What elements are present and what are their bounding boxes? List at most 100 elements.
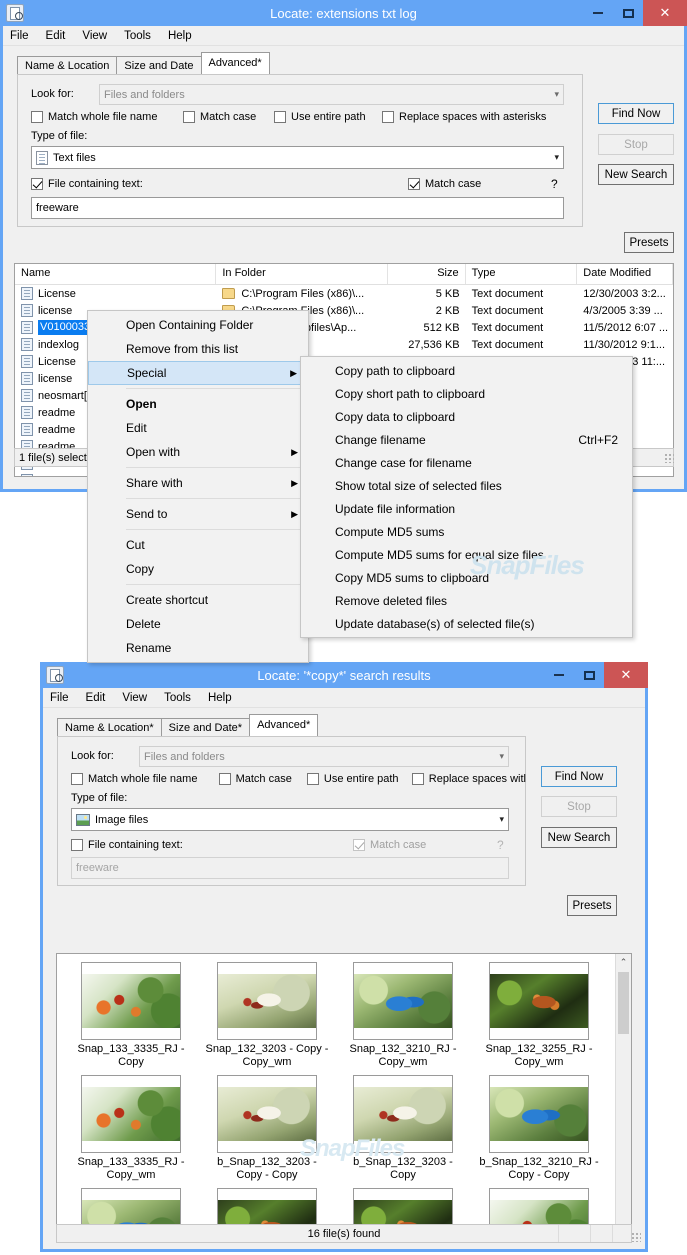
- tab-advanced[interactable]: Advanced*: [249, 714, 319, 736]
- table-row[interactable]: License C:\Program Files (x86)\... 5 KB Tex…: [15, 285, 673, 302]
- checkbox-file-containing-text[interactable]: File containing text:: [31, 178, 143, 190]
- checkbox-file-containing-text[interactable]: File containing text:: [71, 839, 183, 851]
- context-menu-item[interactable]: Open: [88, 392, 308, 416]
- window2-resize-grip[interactable]: [631, 1232, 641, 1242]
- menu-help[interactable]: Help: [208, 692, 232, 704]
- minimize-button[interactable]: [583, 0, 613, 26]
- submenu-item[interactable]: Update database(s) of selected file(s): [301, 612, 632, 635]
- checkbox-match-whole-file-name[interactable]: Match whole file name: [71, 773, 219, 785]
- thumbnail-item[interactable]: b_Snap_132_3210_RJ - Copy - Copy: [471, 1075, 607, 1182]
- submenu-item[interactable]: Compute MD5 sums for equal size files: [301, 543, 632, 566]
- checkbox-match-case[interactable]: Match case: [183, 111, 274, 123]
- submenu-item[interactable]: Copy data to clipboard: [301, 405, 632, 428]
- tab-size-and-date[interactable]: Size and Date: [116, 56, 202, 75]
- menu-edit[interactable]: Edit: [86, 692, 106, 704]
- submenu-item[interactable]: Copy MD5 sums to clipboard: [301, 566, 632, 589]
- submenu-item[interactable]: Update file information: [301, 497, 632, 520]
- context-menu-item[interactable]: Edit: [88, 416, 308, 440]
- context-menu-item[interactable]: Create shortcut: [88, 588, 308, 612]
- submenu-item[interactable]: Remove deleted files: [301, 589, 632, 612]
- minimize-button[interactable]: [544, 662, 574, 688]
- tab-name-and-location[interactable]: Name & Location: [17, 56, 118, 75]
- submenu-item[interactable]: Copy path to clipboard: [301, 359, 632, 382]
- context-menu-item[interactable]: Remove from this list: [88, 337, 308, 361]
- thumbnail-item[interactable]: Snap_132_3203 - Copy - Copy_wm: [199, 962, 335, 1069]
- special-submenu[interactable]: Copy path to clipboard Copy short path to…: [300, 356, 633, 638]
- column-header-name[interactable]: Name: [15, 264, 217, 284]
- checkbox-use-entire-path[interactable]: Use entire path: [306, 773, 412, 785]
- context-menu-item[interactable]: Send to ▶: [88, 502, 308, 526]
- column-header-size[interactable]: Size: [388, 264, 466, 284]
- submenu-item[interactable]: Change case for filename: [301, 451, 632, 474]
- menu-file[interactable]: File: [50, 692, 69, 704]
- context-menu-item[interactable]: Copy: [88, 557, 308, 581]
- context-menu-item[interactable]: Open with ▶: [88, 440, 308, 464]
- thumbnail-scrollbar[interactable]: ⌃ ⌄: [615, 954, 631, 1241]
- maximize-button[interactable]: [574, 662, 604, 688]
- context-menu-item[interactable]: Open Containing Folder: [88, 313, 308, 337]
- scroll-up-button[interactable]: ⌃: [616, 954, 631, 970]
- presets-button[interactable]: Presets: [624, 232, 674, 253]
- menu-view[interactable]: View: [82, 30, 107, 42]
- checkbox-match-case[interactable]: Match case: [218, 773, 307, 785]
- tab-advanced[interactable]: Advanced*: [200, 52, 270, 74]
- submenu-item[interactable]: Compute MD5 sums: [301, 520, 632, 543]
- window1-titlebar[interactable]: Locate: extensions txt log ✕: [0, 0, 687, 26]
- help-question-icon[interactable]: ?: [551, 177, 558, 191]
- checkbox-match-whole-file-name[interactable]: Match whole file name: [31, 111, 183, 123]
- window2-tabstrip: Name & Location* Size and Date* Advanced…: [57, 714, 645, 737]
- window1-resize-grip[interactable]: [664, 453, 674, 463]
- context-menu-item[interactable]: Rename: [88, 636, 308, 660]
- file-context-menu[interactable]: Open Containing Folder Remove from this l…: [87, 310, 309, 663]
- context-menu-item[interactable]: Cut: [88, 533, 308, 557]
- submenu-item[interactable]: Change filename Ctrl+F2: [301, 428, 632, 451]
- column-header-type[interactable]: Type: [466, 264, 578, 284]
- menu-tools[interactable]: Tools: [164, 692, 191, 704]
- checkbox-text-match-case[interactable]: Match case: [408, 178, 481, 190]
- menu-tools[interactable]: Tools: [124, 30, 151, 42]
- type-of-file-combo[interactable]: Text files ▾: [31, 146, 564, 169]
- type-of-file-combo[interactable]: Image files ▾: [71, 808, 509, 831]
- close-button[interactable]: ✕: [604, 662, 648, 688]
- thumbnail-label: Snap_132_3203 - Copy - Copy_wm: [205, 1043, 329, 1068]
- look-for-combo[interactable]: Files and folders ▾: [99, 84, 564, 105]
- thumbnail-item[interactable]: Snap_133_3335_RJ - Copy_wm: [63, 1075, 199, 1182]
- tab-size-and-date[interactable]: Size and Date*: [160, 718, 251, 737]
- tab-name-and-location[interactable]: Name & Location*: [57, 718, 162, 737]
- new-search-button[interactable]: New Search: [598, 164, 674, 185]
- thumbnail-item[interactable]: Snap_132_3210_RJ - Copy_wm: [335, 962, 471, 1069]
- thumbnail-item[interactable]: Snap_133_3335_RJ - Copy: [63, 962, 199, 1069]
- menu-help[interactable]: Help: [168, 30, 192, 42]
- search-text-input[interactable]: freeware: [31, 197, 564, 219]
- find-now-button[interactable]: Find Now: [541, 766, 617, 787]
- checkbox-replace-spaces-with-asterisks[interactable]: Replace spaces with asterisks: [382, 111, 546, 123]
- menu-view[interactable]: View: [122, 692, 147, 704]
- submenu-item[interactable]: Show total size of selected files: [301, 474, 632, 497]
- file-name: indexlog: [38, 338, 79, 351]
- submenu-item[interactable]: Copy short path to clipboard: [301, 382, 632, 405]
- close-button[interactable]: ✕: [643, 0, 687, 26]
- checkbox-use-entire-path[interactable]: Use entire path: [274, 111, 382, 123]
- menu-file[interactable]: File: [10, 30, 29, 42]
- column-header-date[interactable]: Date Modified: [577, 264, 673, 284]
- window1-menubar: File Edit View Tools Help: [3, 26, 684, 46]
- thumbnail-item[interactable]: Snap_132_3255_RJ - Copy_wm: [471, 962, 607, 1069]
- look-for-combo[interactable]: Files and folders ▾: [139, 746, 509, 767]
- column-header-in-folder[interactable]: In Folder: [216, 264, 388, 284]
- thumbnail-item[interactable]: b_Snap_132_3203 - Copy - Copy: [199, 1075, 335, 1182]
- thumbnail-item[interactable]: b_Snap_132_3203 - Copy: [335, 1075, 471, 1182]
- help-question-icon[interactable]: ?: [497, 838, 504, 852]
- checkbox-replace-spaces-with-asterisks[interactable]: Replace spaces witl: [411, 773, 526, 785]
- context-menu-item[interactable]: Delete: [88, 612, 308, 636]
- window2-titlebar[interactable]: Locate: '*copy*' search results ✕: [40, 662, 648, 688]
- new-search-button[interactable]: New Search: [541, 827, 617, 848]
- scrollbar-thumb[interactable]: [618, 972, 629, 1034]
- maximize-button[interactable]: [613, 0, 643, 26]
- find-now-button[interactable]: Find Now: [598, 103, 674, 124]
- context-menu-item[interactable]: Special ▶: [88, 361, 308, 385]
- presets-button[interactable]: Presets: [567, 895, 617, 916]
- window2-option-checkboxes: Match whole file name Match case Use ent…: [71, 773, 526, 785]
- thumbnail-results-pane[interactable]: Snap_133_3335_RJ - Copy Snap_132_3203 - C…: [56, 953, 632, 1242]
- context-menu-item[interactable]: Share with ▶: [88, 471, 308, 495]
- menu-edit[interactable]: Edit: [46, 30, 66, 42]
